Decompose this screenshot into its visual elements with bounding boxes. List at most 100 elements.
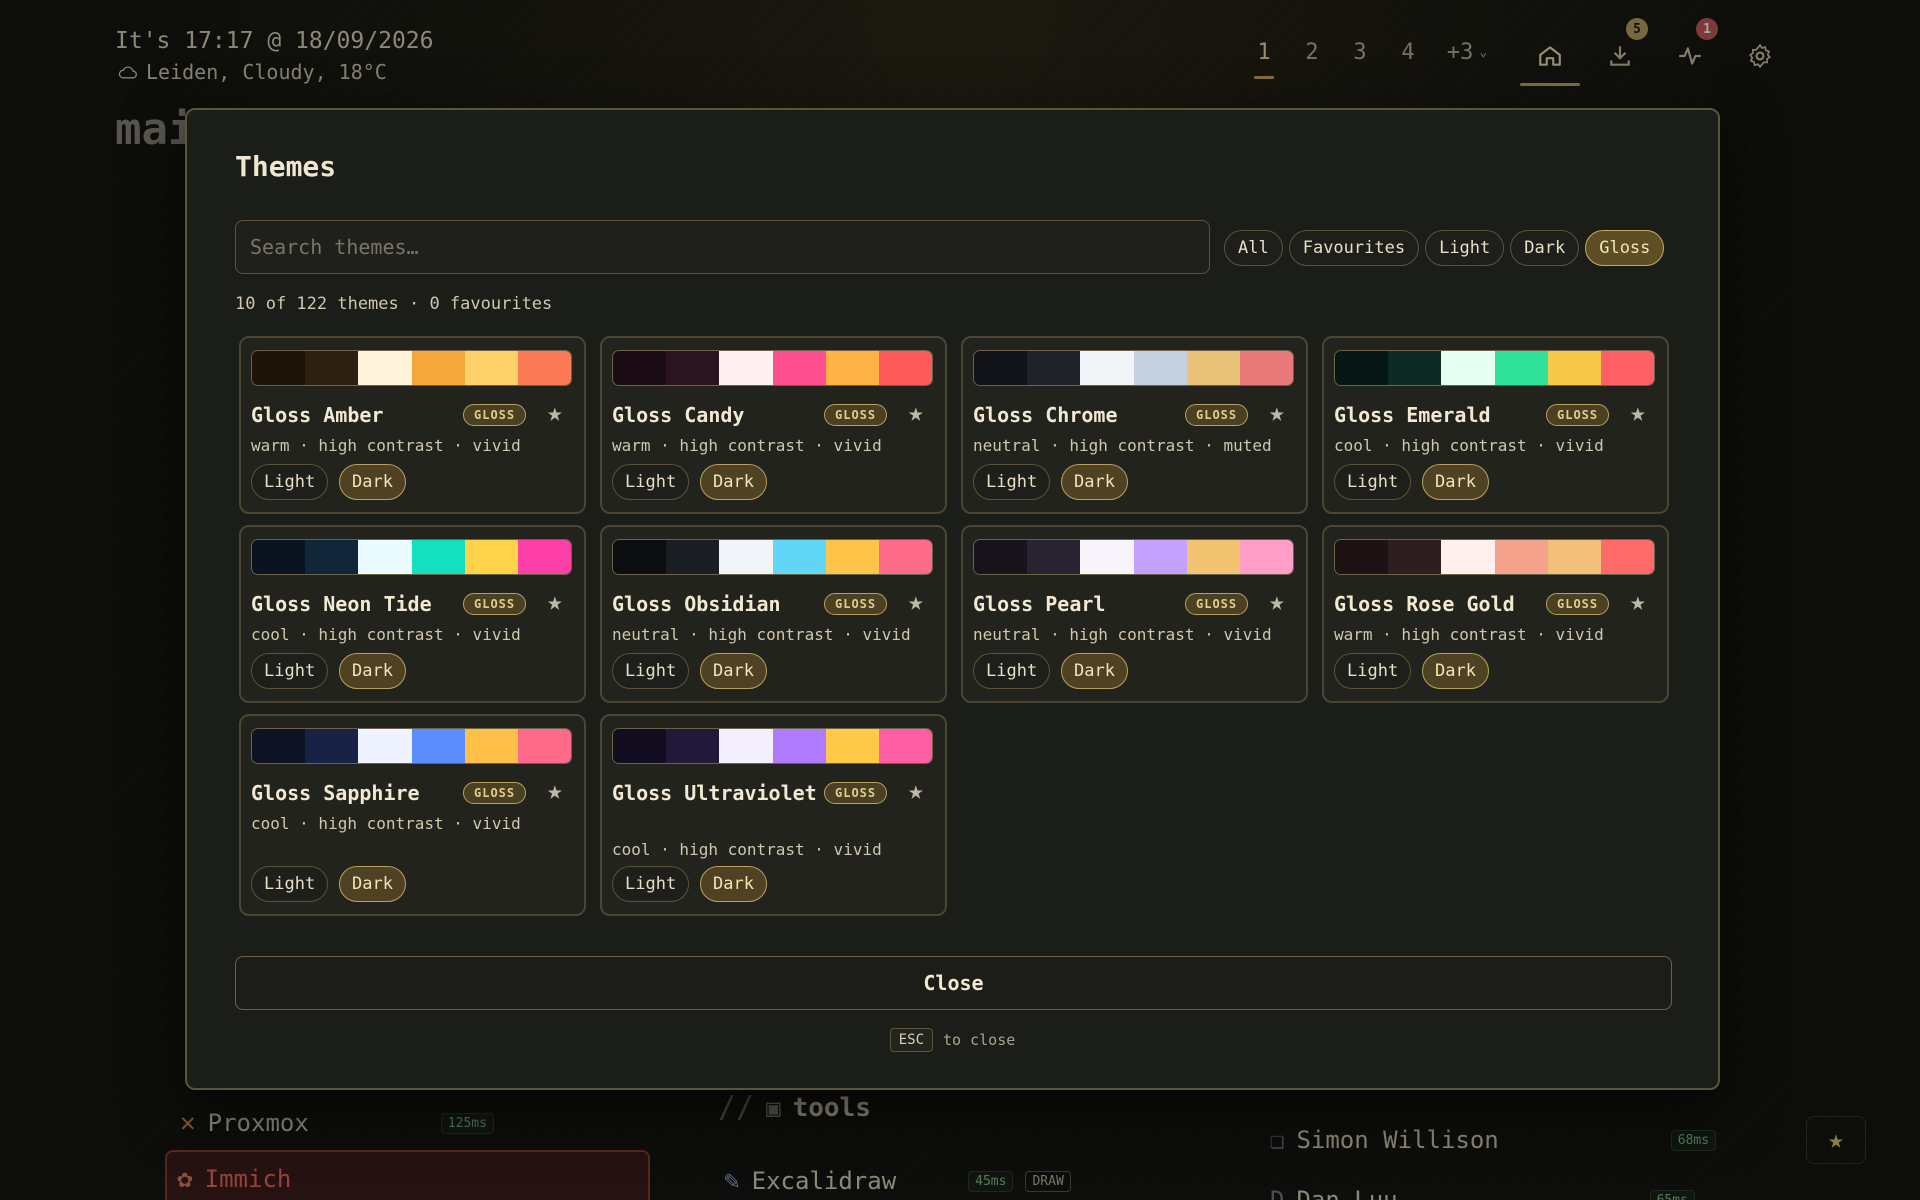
swatch-color <box>666 540 720 574</box>
theme-card[interactable]: Gloss Chrome GLOSS ★ neutral · high cont… <box>961 336 1308 514</box>
dark-variant-button[interactable]: Dark <box>1061 464 1128 500</box>
light-variant-button[interactable]: Light <box>973 653 1051 689</box>
favourite-star-icon[interactable]: ★ <box>547 776 563 806</box>
filter-dark[interactable]: Dark <box>1510 230 1580 266</box>
dark-variant-button[interactable]: Dark <box>700 464 767 500</box>
favourite-star-icon[interactable]: ★ <box>547 398 563 428</box>
theme-name: Gloss Emerald <box>1334 403 1491 427</box>
swatch-color <box>305 540 359 574</box>
theme-card[interactable]: Gloss Rose Gold GLOSS ★ warm · high cont… <box>1322 525 1669 703</box>
swatch-color <box>1441 540 1495 574</box>
swatch-color <box>305 729 359 763</box>
theme-name: Gloss Pearl <box>973 592 1106 616</box>
esc-hint: ESC to close <box>187 1028 1718 1052</box>
theme-description: warm · high contrast · vivid <box>1334 625 1604 644</box>
favourite-star-icon[interactable]: ★ <box>1630 398 1646 428</box>
themes-modal: Themes All Favourites Light Dark Gloss 1… <box>185 108 1720 1090</box>
light-variant-button[interactable]: Light <box>973 464 1051 500</box>
swatch-color <box>666 729 720 763</box>
swatch-color <box>1133 351 1187 385</box>
swatch-color <box>613 540 667 574</box>
theme-name: Gloss Chrome <box>973 403 1118 427</box>
theme-filters: All Favourites Light Dark Gloss <box>1224 230 1665 266</box>
favourite-star-icon[interactable]: ★ <box>908 776 924 806</box>
gloss-badge: GLOSS <box>463 782 527 804</box>
dark-variant-button[interactable]: Dark <box>1422 464 1489 500</box>
theme-swatch <box>973 539 1294 575</box>
gloss-badge: GLOSS <box>1546 404 1610 426</box>
favourite-star-icon[interactable]: ★ <box>547 587 563 617</box>
theme-card[interactable]: Gloss Emerald GLOSS ★ cool · high contra… <box>1322 336 1669 514</box>
dark-variant-button[interactable]: Dark <box>339 464 406 500</box>
light-variant-button[interactable]: Light <box>612 653 690 689</box>
favourite-star-icon[interactable]: ★ <box>908 398 924 428</box>
swatch-color <box>411 729 465 763</box>
swatch-color <box>1388 540 1442 574</box>
dark-variant-button[interactable]: Dark <box>339 866 406 902</box>
dark-variant-button[interactable]: Dark <box>1061 653 1128 689</box>
light-variant-button[interactable]: Light <box>1334 653 1412 689</box>
swatch-color <box>1239 540 1293 574</box>
theme-card[interactable]: Gloss Neon Tide GLOSS ★ cool · high cont… <box>239 525 586 703</box>
swatch-color <box>358 540 412 574</box>
light-variant-button[interactable]: Light <box>251 866 329 902</box>
theme-description: neutral · high contrast · vivid <box>973 625 1272 644</box>
dark-variant-button[interactable]: Dark <box>1422 653 1489 689</box>
gloss-badge: GLOSS <box>1185 593 1249 615</box>
swatch-color <box>252 540 306 574</box>
swatch-color <box>719 540 773 574</box>
theme-swatch <box>251 350 572 386</box>
favourite-star-icon[interactable]: ★ <box>1269 398 1285 428</box>
theme-name: Gloss Sapphire <box>251 781 420 805</box>
swatch-color <box>1186 351 1240 385</box>
theme-card[interactable]: Gloss Amber GLOSS ★ warm · high contrast… <box>239 336 586 514</box>
swatch-color <box>666 351 720 385</box>
swatch-color <box>517 540 571 574</box>
theme-description: cool · high contrast · vivid <box>251 814 521 833</box>
swatch-color <box>464 540 518 574</box>
theme-search-input[interactable] <box>235 220 1210 274</box>
swatch-color <box>825 540 879 574</box>
light-variant-button[interactable]: Light <box>1334 464 1412 500</box>
theme-description: neutral · high contrast · muted <box>973 436 1272 455</box>
swatch-color <box>613 351 667 385</box>
light-variant-button[interactable]: Light <box>251 653 329 689</box>
favourite-star-icon[interactable]: ★ <box>908 587 924 617</box>
theme-count: 10 of 122 themes · 0 favourites <box>235 294 553 314</box>
swatch-color <box>1027 351 1081 385</box>
filter-favourites[interactable]: Favourites <box>1288 230 1420 266</box>
close-button[interactable]: Close <box>235 956 1672 1010</box>
swatch-color <box>825 729 879 763</box>
theme-name: Gloss Rose Gold <box>1334 592 1515 616</box>
theme-name: Gloss Candy <box>612 403 745 427</box>
swatch-color <box>1494 540 1548 574</box>
swatch-color <box>772 729 826 763</box>
gloss-badge: GLOSS <box>824 404 888 426</box>
swatch-color <box>878 540 932 574</box>
theme-card[interactable]: Gloss Sapphire GLOSS ★ cool · high contr… <box>239 714 586 916</box>
light-variant-button[interactable]: Light <box>612 464 690 500</box>
swatch-color <box>719 729 773 763</box>
theme-card[interactable]: Gloss Pearl GLOSS ★ neutral · high contr… <box>961 525 1308 703</box>
theme-swatch <box>1334 350 1655 386</box>
light-variant-button[interactable]: Light <box>612 866 690 902</box>
dark-variant-button[interactable]: Dark <box>700 866 767 902</box>
filter-gloss[interactable]: Gloss <box>1585 230 1665 266</box>
theme-card[interactable]: Gloss Candy GLOSS ★ warm · high contrast… <box>600 336 947 514</box>
light-variant-button[interactable]: Light <box>251 464 329 500</box>
swatch-color <box>1547 351 1601 385</box>
theme-card[interactable]: Gloss Ultraviolet GLOSS ★ cool · high co… <box>600 714 947 916</box>
theme-card[interactable]: Gloss Obsidian GLOSS ★ neutral · high co… <box>600 525 947 703</box>
swatch-color <box>411 351 465 385</box>
filter-all[interactable]: All <box>1224 230 1283 266</box>
theme-name: Gloss Ultraviolet <box>612 781 817 805</box>
esc-key: ESC <box>889 1028 934 1052</box>
dark-variant-button[interactable]: Dark <box>339 653 406 689</box>
favourite-star-icon[interactable]: ★ <box>1630 587 1646 617</box>
modal-title: Themes <box>235 150 337 183</box>
filter-light[interactable]: Light <box>1425 230 1505 266</box>
theme-name: Gloss Neon Tide <box>251 592 432 616</box>
favourite-star-icon[interactable]: ★ <box>1269 587 1285 617</box>
theme-description: neutral · high contrast · vivid <box>612 625 911 644</box>
dark-variant-button[interactable]: Dark <box>700 653 767 689</box>
